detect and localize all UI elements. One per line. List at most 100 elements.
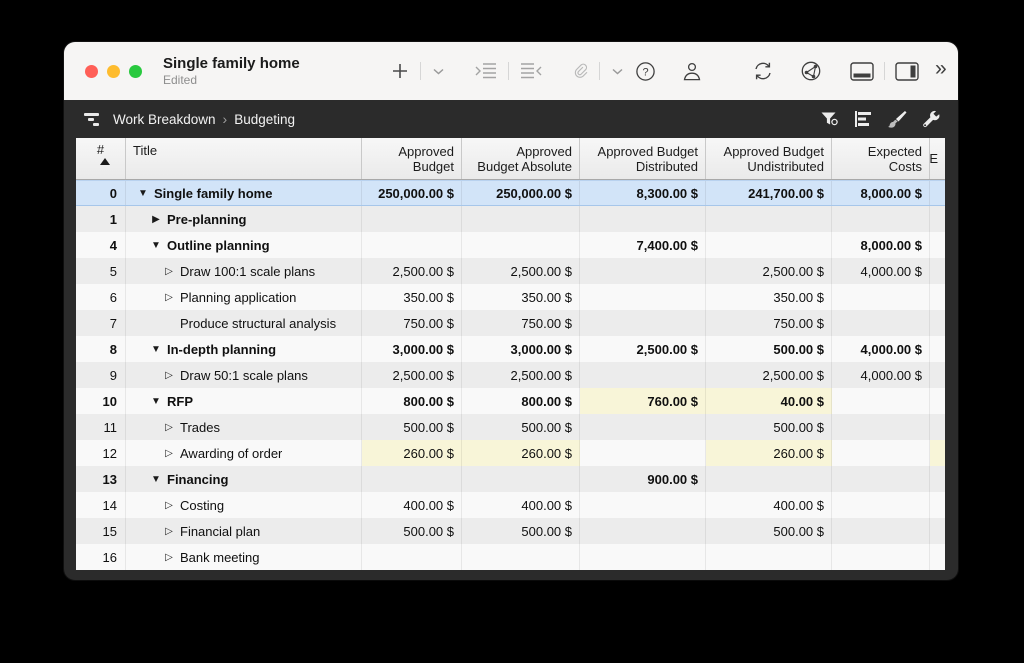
column-header-approved-budget[interactable]: Approved Budget <box>362 138 462 179</box>
breadcrumb-item-view[interactable]: Work Breakdown <box>113 112 216 127</box>
title-cell[interactable]: ▼RFP <box>126 388 362 414</box>
cell-approved-budget[interactable]: 500.00 $ <box>362 518 462 544</box>
publish-network-icon[interactable] <box>794 56 828 86</box>
table-row[interactable]: 9▷Draw 50:1 scale plans2,500.00 $2,500.0… <box>76 362 945 388</box>
cell-approved-budget-undistributed[interactable]: 260.00 $ <box>706 440 832 466</box>
cell-extra-column[interactable] <box>930 362 945 388</box>
cell-approved-budget[interactable]: 2,500.00 $ <box>362 362 462 388</box>
add-menu-chevron-icon[interactable] <box>427 64 450 79</box>
cell-approved-budget[interactable]: 800.00 $ <box>362 388 462 414</box>
table-row[interactable]: 13▼Financing900.00 $ <box>76 466 945 492</box>
cell-extra-column[interactable] <box>930 181 945 205</box>
title-cell[interactable]: ▼Outline planning <box>126 232 362 258</box>
column-header-approved-budget-undistributed[interactable]: Approved Budget Undistributed <box>706 138 832 179</box>
table-row[interactable]: 16▷Bank meeting <box>76 544 945 570</box>
table-row[interactable]: 7Produce structural analysis750.00 $750.… <box>76 310 945 336</box>
cell-extra-column[interactable] <box>930 544 945 570</box>
cell-expected-costs[interactable]: 8,000.00 $ <box>832 181 930 205</box>
cell-approved-budget-distributed[interactable] <box>580 206 706 232</box>
cell-approved-budget-undistributed[interactable] <box>706 544 832 570</box>
table-row[interactable]: 0▼Single family home250,000.00 $250,000.… <box>76 180 945 206</box>
cell-approved-budget-distributed[interactable]: 8,300.00 $ <box>580 181 706 205</box>
cell-approved-budget[interactable]: 260.00 $ <box>362 440 462 466</box>
user-icon[interactable] <box>676 57 708 85</box>
cell-approved-budget-distributed[interactable] <box>580 518 706 544</box>
minimize-window-button[interactable] <box>107 65 120 78</box>
cell-approved-budget-absolute[interactable]: 3,000.00 $ <box>462 336 580 362</box>
cell-extra-column[interactable] <box>930 466 945 492</box>
cell-expected-costs[interactable] <box>832 466 930 492</box>
cell-approved-budget-undistributed[interactable]: 400.00 $ <box>706 492 832 518</box>
cell-approved-budget[interactable]: 250,000.00 $ <box>362 181 462 205</box>
cell-approved-budget-undistributed[interactable] <box>706 206 832 232</box>
title-cell[interactable]: Produce structural analysis <box>126 310 362 336</box>
cell-approved-budget-undistributed[interactable]: 40.00 $ <box>706 388 832 414</box>
title-cell[interactable]: ▼Financing <box>126 466 362 492</box>
cell-extra-column[interactable] <box>930 258 945 284</box>
cell-expected-costs[interactable] <box>832 544 930 570</box>
cell-approved-budget[interactable]: 3,000.00 $ <box>362 336 462 362</box>
cell-extra-column[interactable] <box>930 232 945 258</box>
cell-approved-budget-undistributed[interactable]: 350.00 $ <box>706 284 832 310</box>
indent-icon[interactable] <box>468 58 504 84</box>
cell-approved-budget-absolute[interactable]: 260.00 $ <box>462 440 580 466</box>
title-cell[interactable]: ▷Awarding of order <box>126 440 362 466</box>
table-row[interactable]: 4▼Outline planning7,400.00 $8,000.00 $ <box>76 232 945 258</box>
view-options-icon[interactable] <box>846 106 880 132</box>
disclosure-triangle-icon[interactable]: ▼ <box>149 344 163 355</box>
cell-approved-budget[interactable] <box>362 544 462 570</box>
cell-approved-budget-undistributed[interactable]: 2,500.00 $ <box>706 258 832 284</box>
settings-wrench-icon[interactable] <box>914 106 948 132</box>
title-cell[interactable]: ▷Financial plan <box>126 518 362 544</box>
cell-extra-column[interactable] <box>930 414 945 440</box>
cell-approved-budget-absolute[interactable]: 2,500.00 $ <box>462 258 580 284</box>
cell-approved-budget-absolute[interactable]: 800.00 $ <box>462 388 580 414</box>
cell-extra-column[interactable] <box>930 440 945 466</box>
cell-approved-budget-absolute[interactable]: 750.00 $ <box>462 310 580 336</box>
cell-approved-budget-distributed[interactable]: 900.00 $ <box>580 466 706 492</box>
column-header-approved-budget-distributed[interactable]: Approved Budget Distributed <box>580 138 706 179</box>
zoom-window-button[interactable] <box>129 65 142 78</box>
disclosure-triangle-icon[interactable]: ▷ <box>162 526 176 537</box>
cell-extra-column[interactable] <box>930 206 945 232</box>
cell-approved-budget-undistributed[interactable]: 500.00 $ <box>706 414 832 440</box>
close-window-button[interactable] <box>85 65 98 78</box>
cell-approved-budget-distributed[interactable] <box>580 258 706 284</box>
disclosure-triangle-icon[interactable]: ▼ <box>149 240 163 251</box>
cell-approved-budget-absolute[interactable]: 2,500.00 $ <box>462 362 580 388</box>
disclosure-triangle-icon[interactable]: ▼ <box>149 474 163 485</box>
attach-menu-chevron-icon[interactable] <box>606 64 629 79</box>
table-row[interactable]: 12▷Awarding of order260.00 $260.00 $260.… <box>76 440 945 466</box>
help-icon[interactable]: ? <box>629 57 662 86</box>
disclosure-triangle-icon[interactable]: ▷ <box>162 500 176 511</box>
attach-icon[interactable] <box>565 57 595 85</box>
title-cell[interactable]: ▶Pre-planning <box>126 206 362 232</box>
cell-approved-budget-absolute[interactable]: 250,000.00 $ <box>462 181 580 205</box>
cell-approved-budget-absolute[interactable]: 500.00 $ <box>462 518 580 544</box>
disclosure-triangle-icon[interactable]: ▷ <box>162 266 176 277</box>
disclosure-triangle-icon[interactable]: ▶ <box>149 214 163 225</box>
column-header-approved-budget-absolute[interactable]: Approved Budget Absolute <box>462 138 580 179</box>
title-cell[interactable]: ▷Draw 100:1 scale plans <box>126 258 362 284</box>
title-cell[interactable]: ▷Trades <box>126 414 362 440</box>
disclosure-triangle-icon[interactable]: ▼ <box>136 188 150 199</box>
disclosure-triangle-icon[interactable]: ▷ <box>162 422 176 433</box>
outdent-icon[interactable] <box>513 58 549 84</box>
title-cell[interactable]: ▼In-depth planning <box>126 336 362 362</box>
disclosure-triangle-icon[interactable]: ▼ <box>149 396 163 407</box>
sync-icon[interactable] <box>746 56 780 86</box>
cell-approved-budget-distributed[interactable] <box>580 440 706 466</box>
cell-approved-budget[interactable]: 500.00 $ <box>362 414 462 440</box>
cell-approved-budget-undistributed[interactable]: 750.00 $ <box>706 310 832 336</box>
toggle-right-panel-icon[interactable] <box>889 58 925 85</box>
cell-approved-budget-absolute[interactable]: 350.00 $ <box>462 284 580 310</box>
cell-extra-column[interactable] <box>930 388 945 414</box>
cell-approved-budget-distributed[interactable] <box>580 544 706 570</box>
title-cell[interactable]: ▼Single family home <box>126 181 362 205</box>
cell-extra-column[interactable] <box>930 518 945 544</box>
table-row[interactable]: 14▷Costing400.00 $400.00 $400.00 $ <box>76 492 945 518</box>
title-cell[interactable]: ▷Costing <box>126 492 362 518</box>
cell-expected-costs[interactable]: 8,000.00 $ <box>832 232 930 258</box>
breadcrumb-item-subview[interactable]: Budgeting <box>234 112 295 127</box>
cell-approved-budget-undistributed[interactable] <box>706 466 832 492</box>
